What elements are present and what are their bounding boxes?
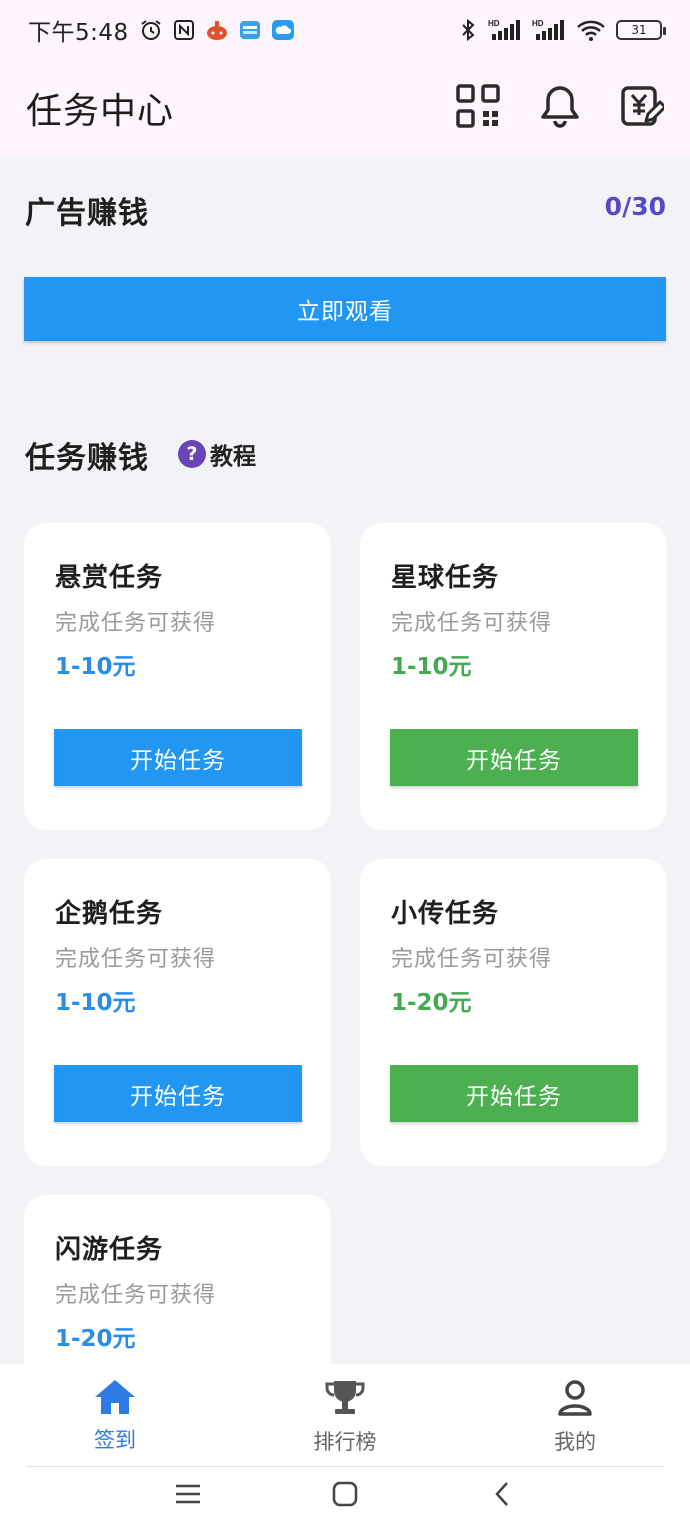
battery-indicator: 31 (616, 20, 666, 40)
task-card: 星球任务 完成任务可获得 1-10元 开始任务 (360, 523, 667, 830)
start-task-button[interactable]: 开始任务 (54, 729, 302, 786)
status-notification-icons (139, 18, 295, 42)
qr-code-icon (455, 83, 501, 133)
task-name: 星球任务 (391, 563, 500, 593)
bluetooth-icon (458, 18, 478, 42)
signal-hd-label-1: HD (488, 19, 500, 28)
status-time: 下午5:48 (28, 20, 129, 46)
nav-item-leaderboard[interactable]: 排行榜 (230, 1364, 460, 1468)
menu-icon (174, 1482, 202, 1510)
nfc-icon (173, 19, 195, 41)
task-description: 完成任务可获得 (55, 611, 217, 636)
task-reward: 1-20元 (391, 990, 472, 1016)
task-reward: 1-10元 (391, 654, 472, 680)
task-section-title: 任务赚钱 (25, 441, 149, 476)
app-notification-icon (205, 19, 229, 41)
square-icon (332, 1481, 358, 1511)
notifications-button[interactable] (536, 84, 584, 132)
signal-icon-2: HD (532, 18, 566, 42)
app-header: 任务中心 (0, 60, 690, 156)
alarm-icon (139, 18, 163, 42)
status-system-icons: HD HD 31 (458, 18, 666, 42)
chevron-left-icon (492, 1481, 512, 1511)
task-reward: 1-20元 (55, 1326, 136, 1352)
back-button[interactable] (482, 1476, 522, 1516)
withdraw-button[interactable] (618, 83, 667, 133)
trophy-icon (323, 1378, 367, 1422)
task-name: 企鹅任务 (55, 899, 164, 929)
task-description: 完成任务可获得 (391, 611, 553, 636)
wifi-icon (576, 18, 606, 42)
task-description: 完成任务可获得 (391, 947, 553, 972)
task-name: 闪游任务 (55, 1235, 164, 1265)
qr-scan-button[interactable] (454, 84, 502, 132)
task-description: 完成任务可获得 (55, 1283, 217, 1308)
watch-now-button[interactable]: 立即观看 (24, 277, 666, 341)
task-name: 小传任务 (391, 899, 500, 929)
start-task-button[interactable]: 开始任务 (390, 1065, 638, 1122)
browser-notification-icon (239, 19, 261, 41)
yuan-edit-icon (620, 83, 667, 133)
recent-apps-button[interactable] (168, 1476, 208, 1516)
page-title: 任务中心 (26, 91, 175, 132)
task-card: 悬赏任务 完成任务可获得 1-10元 开始任务 (24, 523, 331, 830)
home-icon (93, 1378, 137, 1420)
task-card: 小传任务 完成任务可获得 1-20元 开始任务 (360, 859, 667, 1166)
status-bar: 下午5:48 HD HD 31 (0, 0, 690, 60)
user-icon (555, 1378, 595, 1422)
tutorial-link[interactable]: ? 教程 (178, 437, 256, 471)
start-task-button[interactable]: 开始任务 (390, 729, 638, 786)
ad-progress-counter: 0/30 (604, 192, 666, 221)
nav-label: 签到 (94, 1428, 136, 1452)
task-reward: 1-10元 (55, 990, 136, 1016)
task-description: 完成任务可获得 (55, 947, 217, 972)
bell-icon (538, 83, 582, 133)
nav-label: 排行榜 (313, 1430, 377, 1454)
nav-item-profile[interactable]: 我的 (460, 1364, 690, 1468)
ad-section-title: 广告赚钱 (25, 196, 149, 231)
bottom-nav: 签到 排行榜 我的 (0, 1364, 690, 1468)
home-button[interactable] (325, 1476, 365, 1516)
help-icon: ? (178, 440, 206, 468)
system-nav-bar (0, 1467, 690, 1525)
task-card: 企鹅任务 完成任务可获得 1-10元 开始任务 (24, 859, 331, 1166)
nav-item-checkin[interactable]: 签到 (0, 1364, 230, 1468)
task-reward: 1-10元 (55, 654, 136, 680)
cloud-notification-icon (271, 19, 295, 41)
tutorial-label: 教程 (210, 444, 256, 470)
start-task-button[interactable]: 开始任务 (54, 1065, 302, 1122)
task-name: 悬赏任务 (55, 563, 164, 593)
signal-hd-label-2: HD (532, 19, 544, 28)
signal-icon-1: HD (488, 18, 522, 42)
nav-label: 我的 (554, 1430, 596, 1454)
header-actions (454, 83, 667, 133)
